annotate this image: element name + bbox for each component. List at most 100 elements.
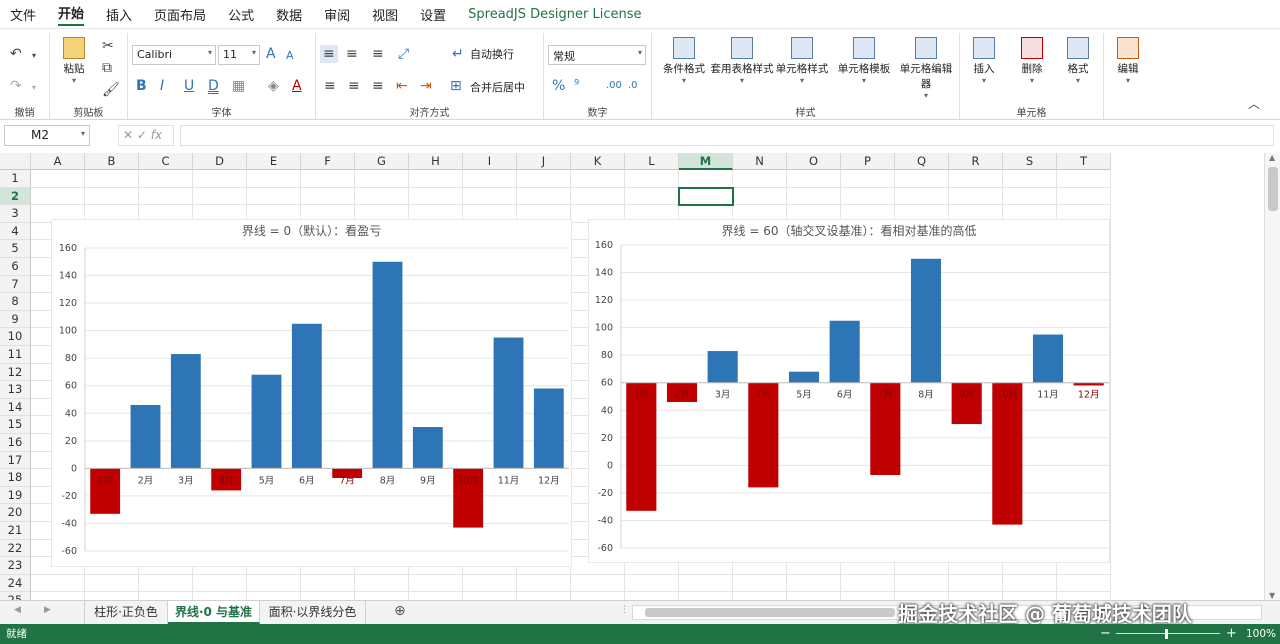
row-header[interactable]: 11 [0,346,31,364]
column-header[interactable]: S [1003,153,1057,170]
align-middle-icon[interactable]: ≡ [346,45,358,63]
select-all-corner[interactable] [0,153,31,170]
redo-icon[interactable]: ↷ [10,77,22,95]
column-header[interactable]: I [463,153,517,170]
menu-page-layout[interactable]: 页面布局 [154,5,206,24]
row-header[interactable]: 25 [0,592,31,600]
confirm-icon[interactable]: ✓ [137,128,151,142]
column-header[interactable]: Q [895,153,949,170]
name-box[interactable]: M2 ▾ [4,125,90,146]
column-header[interactable]: R [949,153,1003,170]
scroll-up-icon[interactable]: ▲ [1269,153,1275,162]
row-header[interactable]: 12 [0,363,31,382]
conditional-format-button[interactable]: 条件格式 ▾ [656,37,712,85]
cell-template-button[interactable]: 单元格模板 ▾ [834,37,894,85]
orientation-icon[interactable]: ⤢ [398,45,409,63]
row-header[interactable]: 1 [0,170,31,188]
copy-icon[interactable]: ⧉ [102,59,112,77]
zoom-out-icon[interactable]: − [1100,624,1111,644]
row-header[interactable]: 21 [0,522,31,540]
column-header[interactable]: E [247,153,301,170]
menu-formulas[interactable]: 公式 [228,5,254,24]
fx-button[interactable]: ✕ ✓ fx [118,125,174,146]
decrease-indent-icon[interactable]: ⇤ [396,77,408,95]
delete-cells-button[interactable]: 删除 ▾ [1008,37,1056,85]
row-header[interactable]: 17 [0,451,31,470]
horizontal-scroll-thumb[interactable] [645,608,895,617]
sheet-tab-active[interactable]: 界线·0 与基准 [168,601,260,624]
menu-file[interactable]: 文件 [10,5,36,24]
decrease-decimal-icon[interactable]: .0 [628,77,638,95]
add-sheet-icon[interactable]: ⊕ [394,603,406,619]
row-header[interactable]: 18 [0,469,31,487]
format-painter-icon[interactable]: 🖌 [102,81,120,99]
column-header[interactable]: H [409,153,463,170]
chart-baseline-sixty[interactable]: 界线 = 60（轴交叉设基准）：看相对基准的高低 -60 -40 -20 0 20 40 6… [588,219,1110,563]
column-header[interactable]: K [571,153,625,170]
edit-button[interactable]: 编辑 ▾ [1104,37,1152,85]
scroll-down-icon[interactable]: ▼ [1269,591,1275,600]
row-header[interactable]: 5 [0,240,31,258]
column-header[interactable]: L [625,153,679,170]
increase-decimal-icon[interactable]: .00 [606,77,622,95]
row-header[interactable]: 4 [0,222,31,241]
decrease-font-icon[interactable]: A [286,47,294,65]
align-right-icon[interactable]: ≡ [372,77,384,95]
row-header[interactable]: 10 [0,328,31,346]
percent-icon[interactable]: % [552,77,565,95]
row-header[interactable]: 19 [0,486,31,505]
column-header[interactable]: O [787,153,841,170]
row-header[interactable]: 22 [0,539,31,558]
font-name-select[interactable]: Calibri ▾ [132,45,216,65]
column-header[interactable]: D [193,153,247,170]
undo-dropdown-icon[interactable]: ▾ [32,47,36,65]
row-header[interactable]: 24 [0,574,31,593]
redo-dropdown-icon[interactable]: ▾ [32,79,36,97]
merge-center-label[interactable]: 合并后居中 [470,79,525,95]
align-top-icon[interactable]: ≡ [320,45,338,63]
menu-view[interactable]: 视图 [372,5,398,24]
border-icon[interactable]: ▦ [232,77,245,95]
comma-icon[interactable]: ⁹ [574,77,579,95]
row-header[interactable]: 20 [0,504,31,522]
row-header[interactable]: 2 [0,187,31,206]
selected-cell[interactable] [678,186,734,207]
undo-icon[interactable]: ↶ [10,45,22,63]
menu-review[interactable]: 审阅 [324,5,350,24]
zoom-slider-thumb[interactable] [1165,629,1168,639]
sheet-tab[interactable]: 面积·以界线分色 [260,601,366,624]
paste-button[interactable]: 粘贴 ▾ [50,37,98,85]
chart-baseline-zero[interactable]: 界线 = 0（默认）：看盈亏 -60 -40 -20 0 20 40 60 80 100 120 1… [51,219,572,567]
tab-scroll-right-icon[interactable]: ▶ [44,605,51,615]
menu-data[interactable]: 数据 [276,5,302,24]
increase-font-icon[interactable]: A [266,45,276,63]
wrap-text-label[interactable]: 自动换行 [470,46,514,62]
merge-center-icon[interactable]: ⊞ [450,77,462,95]
double-underline-icon[interactable]: D [208,77,219,95]
row-header[interactable]: 9 [0,310,31,329]
cut-icon[interactable]: ✂ [102,37,114,55]
table-style-button[interactable]: 套用表格样式 ▾ [710,37,774,85]
menu-insert[interactable]: 插入 [106,5,132,24]
column-header[interactable]: C [139,153,193,170]
row-header[interactable]: 23 [0,557,31,575]
cancel-icon[interactable]: ✕ [123,128,137,142]
row-header[interactable]: 7 [0,275,31,294]
insert-cells-button[interactable]: 插入 ▾ [960,37,1008,85]
column-header[interactable]: T [1057,153,1111,170]
collapse-ribbon-icon[interactable]: ︿ [1248,95,1260,113]
align-left-icon[interactable]: ≡ [324,77,336,95]
font-size-select[interactable]: 11 ▾ [218,45,260,65]
column-header[interactable]: P [841,153,895,170]
format-cells-button[interactable]: 格式 ▾ [1054,37,1102,85]
column-header[interactable]: M [679,153,733,170]
increase-indent-icon[interactable]: ⇥ [420,77,432,95]
row-header[interactable]: 14 [0,398,31,417]
vertical-scrollbar[interactable]: ▲ ▼ [1264,153,1280,600]
underline-icon[interactable]: U [184,77,194,95]
row-header[interactable]: 13 [0,381,31,399]
tab-splitter-icon[interactable]: ⋮ [620,605,629,615]
column-header[interactable]: F [301,153,355,170]
zoom-slider-track[interactable] [1116,633,1220,634]
row-header[interactable]: 16 [0,434,31,452]
